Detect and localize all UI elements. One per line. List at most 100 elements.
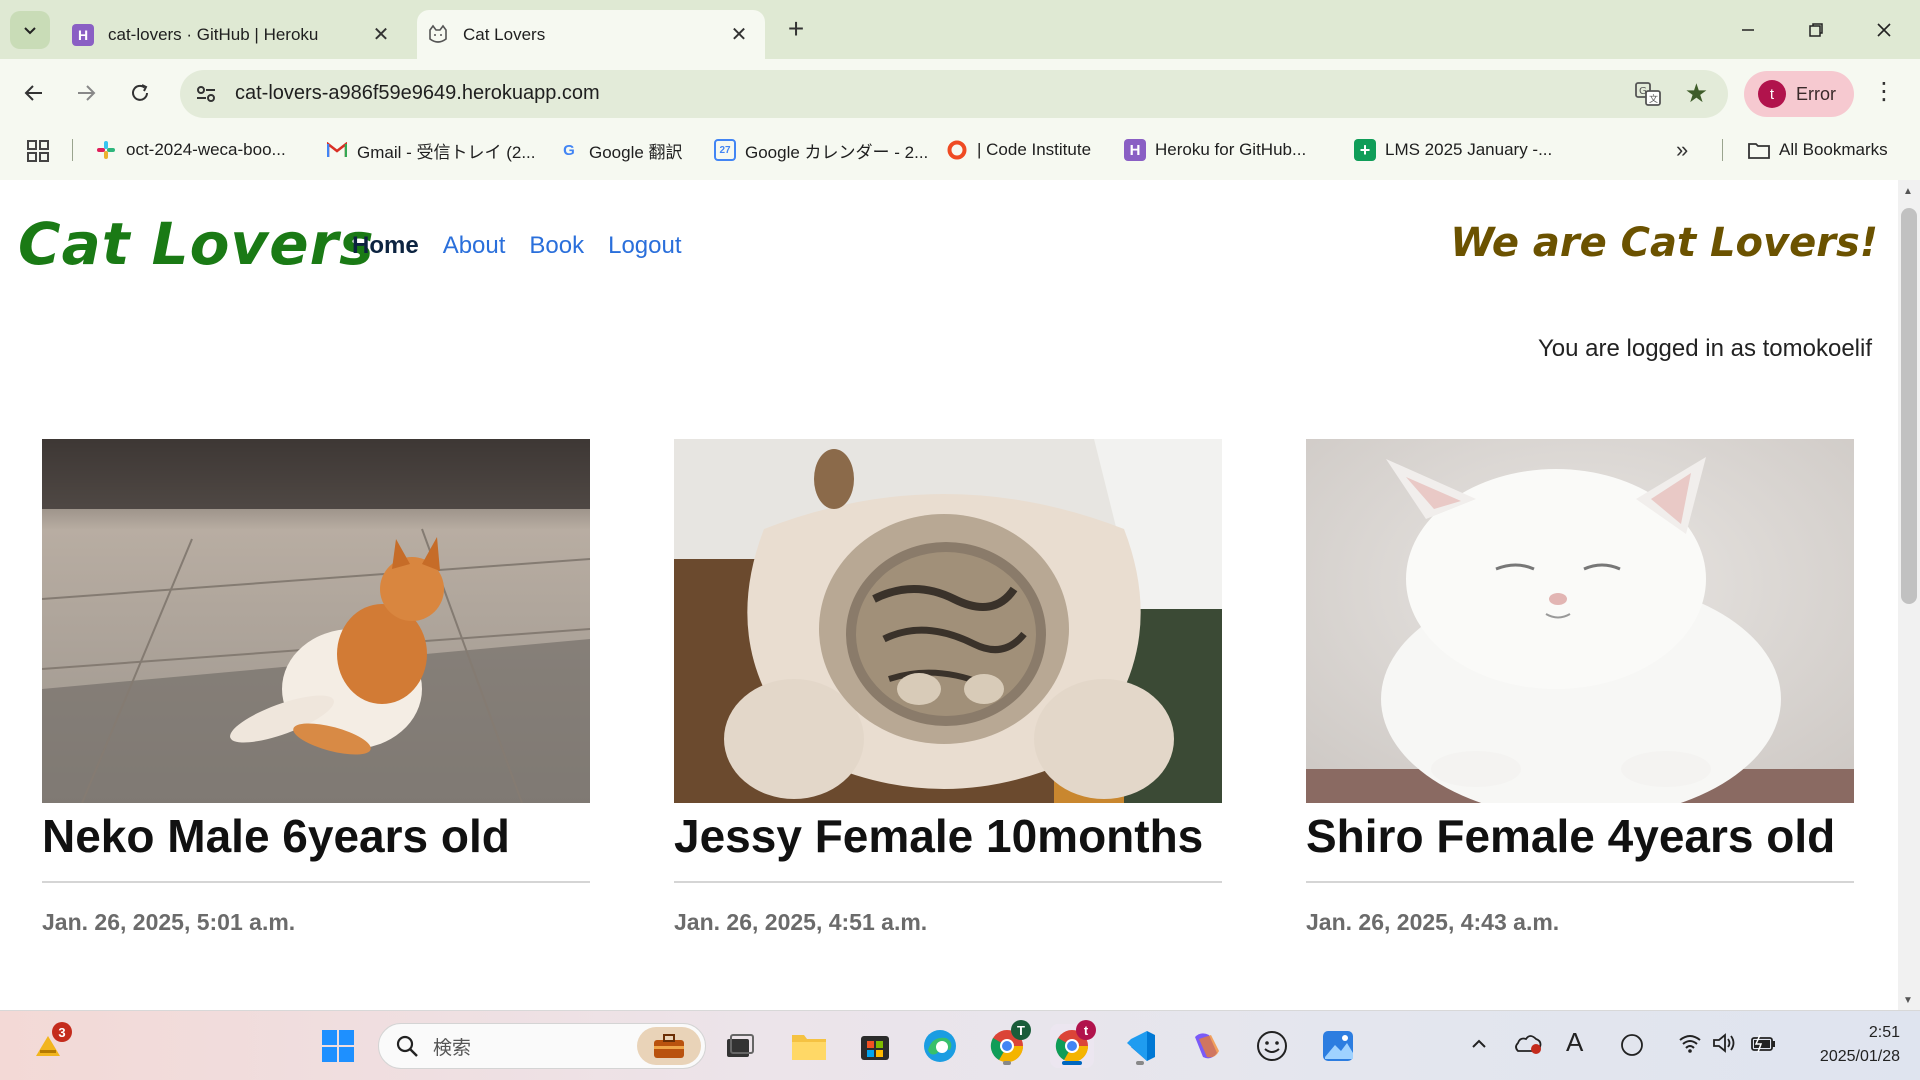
apps-grid-icon[interactable] xyxy=(26,139,50,163)
search-icon xyxy=(396,1035,418,1057)
translate-icon[interactable]: G文 xyxy=(1634,80,1662,108)
svg-text:文: 文 xyxy=(1649,93,1658,105)
vscode-icon[interactable] xyxy=(1118,1024,1162,1068)
divider xyxy=(72,139,73,161)
bookmark-label: LMS 2025 January -... xyxy=(1385,140,1553,159)
show-hidden-icons-chevron-icon[interactable] xyxy=(1470,1033,1488,1059)
windows-taskbar: 3 検索 T t A 2:51 2025/01/28 xyxy=(0,1010,1920,1080)
minimize-icon[interactable] xyxy=(1730,12,1766,48)
onedrive-error-icon[interactable] xyxy=(1514,1033,1542,1061)
post-card[interactable]: Neko Male 6years old Jan. 26, 2025, 5:01… xyxy=(42,439,590,936)
post-date: Jan. 26, 2025, 5:01 a.m. xyxy=(42,909,296,935)
code-institute-icon xyxy=(946,139,968,161)
post-date: Jan. 26, 2025, 4:43 a.m. xyxy=(1306,909,1560,935)
bookmark-label: Google カレンダー - 2... xyxy=(745,142,929,162)
focus-moon-icon[interactable] xyxy=(1620,1033,1644,1063)
copilot-icon[interactable] xyxy=(1184,1024,1228,1068)
address-bar[interactable]: cat-lovers-a986f59e9649.herokuapp.com G文… xyxy=(180,70,1728,118)
nav-home[interactable]: Home xyxy=(352,232,419,260)
microsoft-store-icon[interactable] xyxy=(853,1024,897,1068)
bookmark-heroku[interactable]: H Heroku for GitHub... xyxy=(1124,136,1306,164)
bookmark-star-icon[interactable]: ★ xyxy=(1685,78,1708,109)
close-tab-icon[interactable]: ✕ xyxy=(369,23,393,47)
search-placeholder: 検索 xyxy=(433,1037,472,1059)
back-icon[interactable] xyxy=(14,73,54,113)
bookmark-label: | Code Institute xyxy=(977,140,1092,159)
battery-charging-icon[interactable] xyxy=(1750,1033,1778,1059)
notifications-widget-icon[interactable]: 3 xyxy=(26,1022,72,1068)
nav-book[interactable]: Book xyxy=(529,232,584,260)
calendar-icon: 27 xyxy=(714,139,736,161)
bookmark-code-institute[interactable]: | Code Institute xyxy=(946,136,1091,164)
chrome-active-icon[interactable]: t xyxy=(1050,1020,1096,1068)
bookmark-slack[interactable]: oct-2024-weca-boo... xyxy=(95,136,286,164)
heroku-icon: H xyxy=(1124,139,1146,161)
bookmark-google-calendar[interactable]: 27 Google カレンダー - 2... xyxy=(714,136,928,164)
nav-logout[interactable]: Logout xyxy=(608,232,681,260)
avatar: t xyxy=(1758,80,1786,108)
close-window-icon[interactable] xyxy=(1866,12,1902,48)
divider xyxy=(674,881,1222,883)
divider xyxy=(1306,881,1854,883)
bookmark-label: Heroku for GitHub... xyxy=(1155,140,1307,159)
restore-icon[interactable] xyxy=(1798,12,1834,48)
bookmark-lms-sheet[interactable]: + LMS 2025 January -... xyxy=(1354,136,1552,164)
web-page: Cat Lovers Home About Book Logout We are… xyxy=(0,180,1898,1010)
active-indicator xyxy=(1062,1061,1082,1065)
bookmarks-bar: oct-2024-weca-boo... Gmail - 受信トレイ (2...… xyxy=(0,129,1920,169)
close-tab-icon[interactable]: ✕ xyxy=(727,23,751,47)
task-view-icon[interactable] xyxy=(718,1024,762,1068)
new-tab-button[interactable]: + xyxy=(782,15,810,44)
post-title[interactable]: Shiro Female 4years old xyxy=(1306,809,1854,863)
divider xyxy=(1722,139,1723,161)
nav-about[interactable]: About xyxy=(443,232,506,260)
feedback-smiley-icon[interactable] xyxy=(1250,1024,1294,1068)
system-clock[interactable]: 2:51 2025/01/28 xyxy=(1820,1021,1900,1069)
windows-start-icon[interactable] xyxy=(316,1024,360,1068)
bookmark-gmail[interactable]: Gmail - 受信トレイ (2... xyxy=(326,136,536,164)
cat-photo-jessy[interactable] xyxy=(674,439,1222,803)
page-scrollbar[interactable]: ▲ ▼ xyxy=(1898,180,1920,1010)
file-explorer-icon[interactable] xyxy=(787,1024,831,1068)
cat-photo-shiro[interactable] xyxy=(1306,439,1854,803)
volume-icon[interactable] xyxy=(1712,1033,1738,1059)
reload-icon[interactable] xyxy=(120,73,160,113)
scroll-down-arrow-icon[interactable]: ▼ xyxy=(1903,995,1913,1006)
tab-cat-lovers[interactable]: Cat Lovers ✕ xyxy=(417,10,765,59)
cat-icon xyxy=(427,24,449,46)
chrome-profile-t-icon[interactable]: T xyxy=(985,1020,1031,1068)
photos-app-icon[interactable] xyxy=(1316,1024,1360,1068)
taskbar-search-input[interactable]: 検索 xyxy=(378,1023,706,1069)
tab-strip: H cat-lovers · GitHub | Heroku ✕ Cat Lov… xyxy=(0,0,1920,59)
notification-count-badge: 3 xyxy=(52,1022,72,1042)
url-text: cat-lovers-a986f59e9649.herokuapp.com xyxy=(235,82,600,104)
chevron-down-icon xyxy=(24,27,36,35)
site-brand[interactable]: Cat Lovers xyxy=(18,210,375,278)
post-title[interactable]: Jessy Female 10months xyxy=(674,809,1222,863)
forward-icon[interactable] xyxy=(66,73,106,113)
scroll-up-arrow-icon[interactable]: ▲ xyxy=(1903,186,1913,197)
tab-title: Cat Lovers xyxy=(463,24,546,44)
post-card[interactable]: Shiro Female 4years old Jan. 26, 2025, 4… xyxy=(1306,439,1854,936)
tab-github-heroku[interactable]: H cat-lovers · GitHub | Heroku ✕ xyxy=(62,10,407,59)
bookmark-label: Gmail - 受信トレイ (2... xyxy=(357,142,536,162)
wifi-icon[interactable] xyxy=(1678,1033,1702,1059)
all-bookmarks-button[interactable]: All Bookmarks xyxy=(1748,136,1888,164)
more-bookmarks-icon[interactable]: » xyxy=(1676,137,1688,163)
ime-mode-indicator[interactable]: A xyxy=(1566,1027,1583,1058)
cat-photo-neko[interactable] xyxy=(42,439,590,803)
tab-search-button[interactable] xyxy=(10,11,50,49)
post-title[interactable]: Neko Male 6years old xyxy=(42,809,590,863)
site-info-icon[interactable] xyxy=(194,82,218,106)
site-tagline: We are Cat Lovers! xyxy=(1450,220,1878,266)
bookmark-google-translate[interactable]: G Google 翻訳 xyxy=(558,136,682,164)
clock-date: 2025/01/28 xyxy=(1819,1048,1900,1065)
profile-button[interactable]: t Error xyxy=(1744,71,1854,117)
edge-icon[interactable] xyxy=(918,1024,962,1068)
scroll-thumb[interactable] xyxy=(1901,208,1917,604)
login-status: You are logged in as tomokoelif xyxy=(1537,335,1872,362)
bookmark-label: All Bookmarks xyxy=(1779,140,1888,159)
post-card[interactable]: Jessy Female 10months Jan. 26, 2025, 4:5… xyxy=(674,439,1222,936)
profile-badge: T xyxy=(1011,1020,1031,1040)
more-menu-icon[interactable]: ⋮ xyxy=(1872,77,1896,106)
